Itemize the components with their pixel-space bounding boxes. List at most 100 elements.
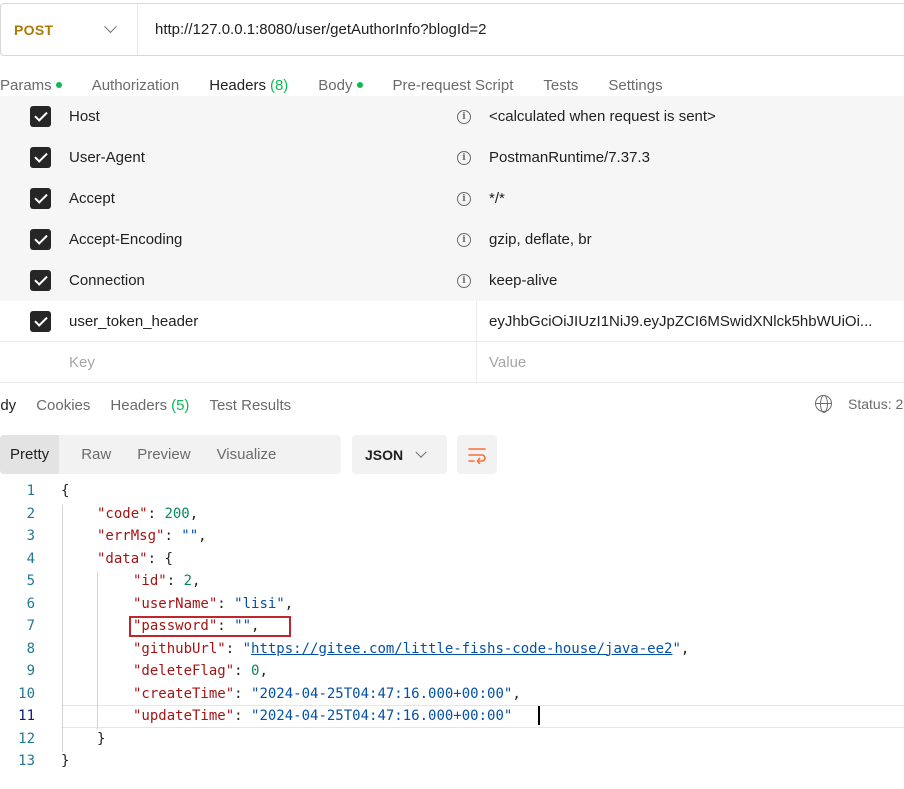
checkbox-checked-icon[interactable] <box>30 188 51 209</box>
format-tab-visualize[interactable]: Visualize <box>207 435 287 474</box>
format-tabs: Pretty Raw Preview Visualize <box>0 435 341 474</box>
tab-label: Tests <box>543 76 579 94</box>
code-token: : <box>147 505 165 522</box>
code-line: 10 "createTime": "2024-04-25T04:47:16.000… <box>0 683 904 706</box>
checkbox-checked-icon[interactable] <box>30 106 51 127</box>
column-divider <box>476 342 477 382</box>
response-tab-headers[interactable]: Headers (5) <box>110 397 189 414</box>
checkbox-checked-icon[interactable] <box>30 229 51 250</box>
code-token: { <box>164 550 173 567</box>
info-icon[interactable]: i <box>457 232 471 247</box>
format-tab-raw[interactable]: Raw <box>59 435 121 474</box>
code-text: } <box>61 750 69 773</box>
code-token: "code" <box>97 505 148 522</box>
code-line: 4 "data": { <box>0 548 904 571</box>
code-token: , <box>680 640 690 657</box>
line-number: 9 <box>26 663 35 679</box>
url-link[interactable]: https://gitee.com/little-fishs-code-hous… <box>251 641 672 657</box>
info-icon[interactable]: i <box>457 109 471 124</box>
chevron-down-icon <box>104 20 117 34</box>
tab-count-badge: (5) <box>171 396 190 414</box>
header-value[interactable]: gzip, deflate, br <box>489 231 592 248</box>
code-token: : <box>234 663 252 679</box>
header-row: Accept i */* <box>0 178 904 219</box>
header-key-input[interactable]: Key <box>69 354 95 371</box>
indent-guide <box>97 572 98 729</box>
code-token: : <box>166 573 184 589</box>
code-token: "errMsg" <box>97 528 165 544</box>
code-token: 2 <box>183 573 193 589</box>
response-status: Status: 2 <box>815 395 903 413</box>
line-number: 8 <box>26 640 35 657</box>
url-input[interactable]: http://127.0.0.1:8080/user/getAuthorInfo… <box>155 21 487 38</box>
tab-label: Headers <box>209 76 266 94</box>
line-number: 2 <box>26 505 35 522</box>
code-token: " <box>672 640 681 657</box>
tab-count-badge: (8) <box>269 76 289 94</box>
format-tab-pretty[interactable]: Pretty <box>0 435 60 474</box>
chevron-down-icon <box>415 446 427 458</box>
wrap-lines-icon <box>468 447 486 464</box>
code-text: "data": { <box>97 548 173 571</box>
code-token: , <box>192 573 201 589</box>
info-icon[interactable]: i <box>457 191 471 206</box>
password-highlight-box <box>129 616 291 637</box>
header-value-input[interactable]: Value <box>489 354 526 371</box>
header-row: Accept-Encoding i gzip, deflate, br <box>0 219 904 260</box>
code-text: "githubUrl": "https://gitee.com/little-f… <box>133 638 689 661</box>
line-number: 3 <box>26 528 35 544</box>
code-token: "data" <box>97 550 148 567</box>
header-key[interactable]: Host <box>69 108 100 125</box>
header-value[interactable]: eyJhbGciOiJIUzI1NiJ9.eyJpZCI6MSwidXNlck5… <box>489 313 872 330</box>
header-key[interactable]: user_token_header <box>69 313 198 330</box>
header-value[interactable]: <calculated when request is sent> <box>489 108 716 125</box>
header-value[interactable]: keep-alive <box>489 272 557 289</box>
header-key[interactable]: Connection <box>69 272 145 289</box>
code-line: 8 "githubUrl": "https://gitee.com/little-… <box>0 638 904 661</box>
method-label: POST <box>14 21 54 38</box>
info-icon[interactable]: i <box>457 273 471 288</box>
text-cursor <box>538 706 540 725</box>
code-token: "" <box>181 528 199 544</box>
code-text: } <box>97 728 105 751</box>
method-select[interactable]: POST <box>1 4 138 55</box>
tab-label: Test Results <box>209 396 292 414</box>
header-row: Connection i keep-alive <box>0 260 904 301</box>
status-dot-icon <box>55 82 62 88</box>
wrap-lines-button[interactable] <box>457 435 497 474</box>
response-tab-cookies[interactable]: Cookies <box>36 397 90 414</box>
tab-label: Headers <box>110 396 168 414</box>
code-line: 11 "updateTime": "2024-04-25T04:47:16.000… <box>0 705 904 728</box>
checkbox-checked-icon[interactable] <box>30 310 51 332</box>
status-dot-icon <box>356 82 363 88</box>
line-number: 11 <box>18 708 35 724</box>
new-header-row: Key Value <box>0 342 904 383</box>
code-line: 12} <box>0 728 904 751</box>
tab-label: ody <box>0 396 17 414</box>
column-divider <box>476 301 477 341</box>
tab-label: Body <box>318 76 353 94</box>
info-icon[interactable]: i <box>457 150 471 165</box>
header-key[interactable]: Accept-Encoding <box>69 231 182 248</box>
code-text: "userName": "lisi", <box>133 593 293 616</box>
code-line: 13} <box>0 750 904 773</box>
checkbox-checked-icon[interactable] <box>30 147 51 168</box>
header-value[interactable]: PostmanRuntime/7.37.3 <box>489 149 650 166</box>
code-text: "updateTime": "2024-04-25T04:47:16.000+0… <box>133 705 512 728</box>
code-token: , <box>189 505 199 522</box>
response-tab-test-results[interactable]: Test Results <box>209 397 291 414</box>
format-tab-preview[interactable]: Preview <box>127 435 200 474</box>
header-value[interactable]: */* <box>489 190 505 207</box>
code-text: { <box>61 480 69 503</box>
format-select[interactable]: JSON <box>352 435 447 474</box>
code-text: "errMsg": "", <box>97 525 207 548</box>
checkbox-checked-icon[interactable] <box>30 270 51 291</box>
header-row: User-Agent i PostmanRuntime/7.37.3 <box>0 137 904 178</box>
tab-label: Params <box>0 76 52 94</box>
header-key[interactable]: Accept <box>69 190 115 207</box>
code-token: "lisi" <box>234 595 285 612</box>
header-key[interactable]: User-Agent <box>69 149 145 166</box>
response-tab-ody[interactable]: ody <box>0 397 16 414</box>
code-token: : <box>225 640 243 657</box>
globe-icon[interactable] <box>815 395 832 413</box>
